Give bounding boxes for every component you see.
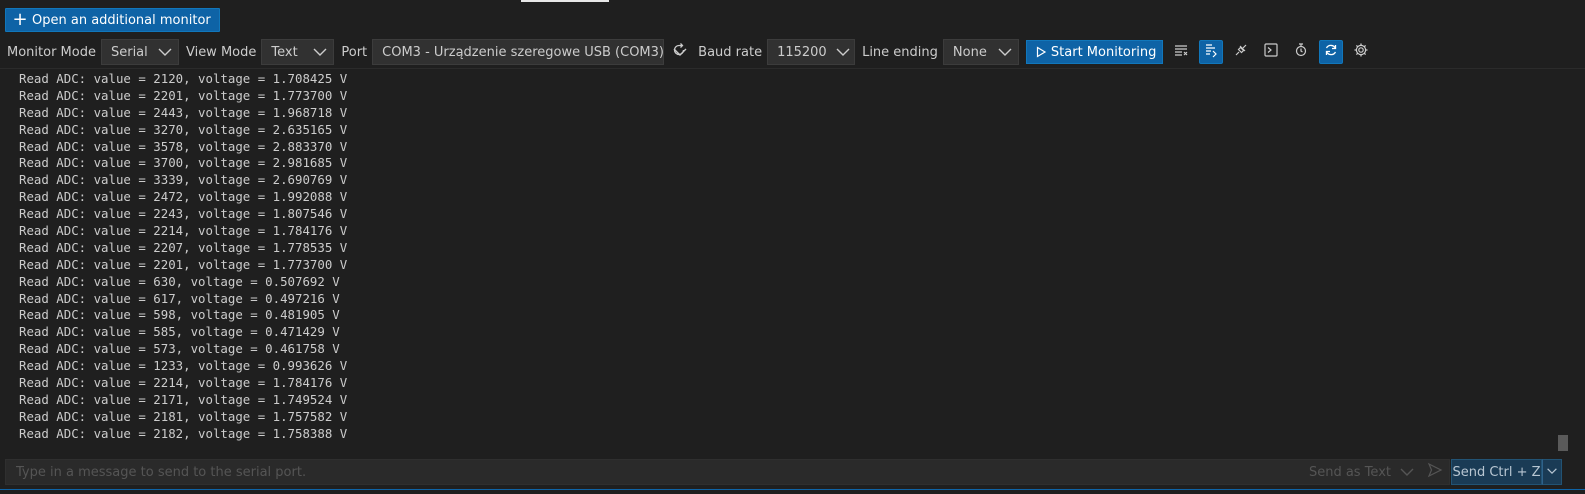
serial-output: Read ADC: value = 2120, voltage = 1.7084…	[19, 71, 1549, 451]
toggle-word-wrap-button[interactable]	[1199, 40, 1224, 64]
output-line: Read ADC: value = 3339, voltage = 2.6907…	[19, 172, 348, 188]
line-ending-label: Line ending	[862, 44, 938, 60]
chevron-down-icon	[157, 44, 173, 60]
output-line: Read ADC: value = 2182, voltage = 1.7583…	[19, 425, 348, 441]
plug-icon	[1233, 42, 1249, 62]
terminal-icon	[1263, 42, 1279, 62]
output-line: Read ADC: value = 3270, voltage = 2.6351…	[19, 121, 348, 137]
output-line: Read ADC: value = 2207, voltage = 1.7785…	[19, 239, 348, 255]
clear-output-button[interactable]	[1169, 40, 1193, 64]
monitor-mode-label: Monitor Mode	[7, 44, 96, 60]
start-monitoring-label: Start Monitoring	[1050, 44, 1157, 60]
baud-rate-value: 115200	[777, 44, 827, 60]
port-select[interactable]: COM3 - Urządzenie szeregowe USB (COM3)	[372, 39, 687, 65]
play-icon	[1035, 46, 1047, 58]
toggle-word-wrap-icon	[1203, 42, 1219, 62]
open-additional-monitor-button[interactable]: + Open an additional monitor	[5, 8, 220, 32]
serial-monitor-panel: + Open an additional monitor Monitor Mod…	[0, 0, 1585, 494]
connect-plug-button[interactable]	[1229, 40, 1253, 64]
monitor-mode-select[interactable]: Serial	[100, 39, 179, 65]
clear-output-icon	[1173, 42, 1189, 62]
output-line: Read ADC: value = 3700, voltage = 2.9816…	[19, 155, 348, 171]
output-line: Read ADC: value = 2243, voltage = 1.8075…	[19, 206, 348, 222]
send-bar: Send as Text	[5, 459, 1450, 485]
chevron-down-icon	[312, 44, 328, 60]
send-ctrl-z-label: Send Ctrl + Z	[1452, 464, 1541, 480]
output-line: Read ADC: value = 598, voltage = 0.48190…	[19, 307, 340, 323]
open-additional-monitor-label: Open an additional monitor	[32, 12, 211, 28]
line-ending-value: None	[952, 44, 987, 60]
chevron-down-icon	[1399, 464, 1415, 480]
output-line: Read ADC: value = 2443, voltage = 1.9687…	[19, 104, 348, 120]
output-line: Read ADC: value = 2181, voltage = 1.7575…	[19, 408, 348, 424]
settings-icon	[1353, 42, 1369, 62]
view-mode-label: View Mode	[185, 44, 257, 60]
refresh-icon	[671, 42, 687, 62]
send-arrow-button[interactable]	[1423, 462, 1447, 482]
chevron-down-icon	[997, 44, 1013, 60]
output-line: Read ADC: value = 1233, voltage = 0.9936…	[19, 358, 348, 374]
send-mode-select[interactable]: Send as Text	[1309, 464, 1415, 480]
timestamp-icon	[1293, 42, 1309, 62]
output-line: Read ADC: value = 617, voltage = 0.49721…	[19, 290, 340, 306]
refresh-ports-button[interactable]	[667, 40, 691, 64]
send-dropdown-button[interactable]	[1542, 459, 1562, 485]
monitor-toolbar: Monitor Mode Serial View Mode Text Port …	[0, 38, 1585, 66]
output-line: Read ADC: value = 2214, voltage = 1.7841…	[19, 375, 348, 391]
status-accent-line	[0, 489, 1585, 490]
view-mode-select[interactable]: Text	[261, 39, 335, 65]
output-line: Read ADC: value = 2201, voltage = 1.7737…	[19, 87, 348, 103]
output-line: Read ADC: value = 2472, voltage = 1.9920…	[19, 189, 348, 205]
monitor-mode-value: Serial	[110, 44, 148, 60]
send-mode-label: Send as Text	[1308, 464, 1391, 480]
send-message-input[interactable]	[6, 460, 1309, 484]
output-line: Read ADC: value = 2120, voltage = 1.7084…	[19, 71, 348, 86]
line-ending-select[interactable]: None	[942, 39, 1019, 65]
output-line: Read ADC: value = 585, voltage = 0.47142…	[19, 324, 340, 340]
port-label: Port	[341, 44, 368, 60]
port-value: COM3 - Urządzenie szeregowe USB (COM3)	[382, 44, 664, 60]
settings-button[interactable]	[1349, 40, 1373, 64]
start-monitoring-button[interactable]: Start Monitoring	[1025, 40, 1164, 64]
output-line: Read ADC: value = 2201, voltage = 1.7737…	[19, 256, 348, 272]
chevron-down-icon	[835, 44, 851, 60]
output-line: Read ADC: value = 3578, voltage = 2.8833…	[19, 138, 348, 154]
active-tab-indicator	[521, 0, 609, 2]
plus-icon: +	[12, 9, 28, 30]
output-line: Read ADC: value = 2171, voltage = 1.7495…	[19, 391, 348, 407]
timestamp-button[interactable]	[1289, 40, 1313, 64]
view-mode-value: Text	[271, 44, 298, 60]
chevron-down-icon	[1545, 463, 1559, 482]
toolbar-divider	[0, 68, 1585, 69]
baud-rate-label: Baud rate	[698, 44, 763, 60]
auto-scroll-icon	[1323, 42, 1339, 62]
send-arrow-icon	[1427, 462, 1443, 482]
send-ctrl-z-button[interactable]: Send Ctrl + Z	[1451, 459, 1542, 485]
output-line: Read ADC: value = 630, voltage = 0.50769…	[19, 273, 340, 289]
terminal-button[interactable]	[1259, 40, 1283, 64]
scrollbar-thumb[interactable]	[1558, 435, 1568, 451]
output-line: Read ADC: value = 573, voltage = 0.46175…	[19, 341, 340, 357]
output-line: Read ADC: value = 2214, voltage = 1.7841…	[19, 223, 348, 239]
auto-scroll-button[interactable]	[1319, 40, 1344, 64]
baud-rate-select[interactable]: 115200	[767, 39, 856, 65]
